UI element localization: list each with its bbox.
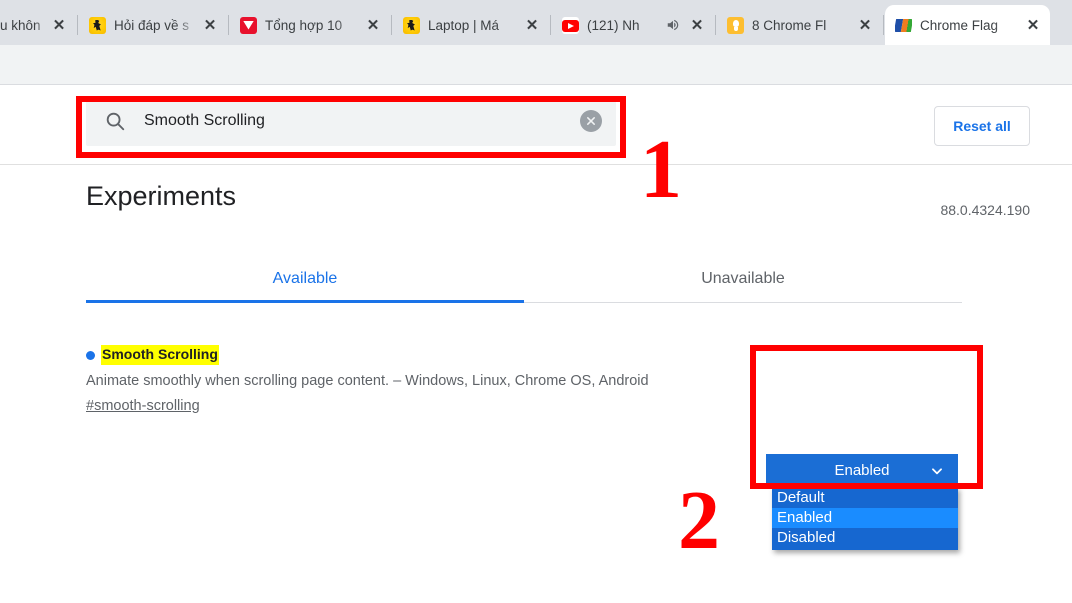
version-label: 88.0.4324.190 (940, 202, 1030, 218)
chevron-down-icon (930, 464, 944, 478)
tab-separator (715, 15, 716, 35)
lightbulb-icon (727, 16, 744, 34)
tab-strip: u khôn ✕ Hỏi đáp về s ✕ Tổng hợp 10 ✕ La… (0, 0, 1072, 45)
browser-tab[interactable]: Tổng hợp 10 ✕ (230, 5, 390, 45)
tab-unavailable[interactable]: Unavailable (524, 256, 962, 302)
runner-yellow-icon (403, 16, 420, 34)
browser-tab[interactable]: u khôn ✕ (0, 5, 76, 45)
tab-close-icon[interactable]: ✕ (854, 14, 876, 36)
tab-separator (391, 15, 392, 35)
select-options-list[interactable]: Default Enabled Disabled (772, 487, 958, 550)
youtube-icon (562, 16, 579, 34)
fpt-icon (895, 16, 912, 34)
tab-title: Hỏi đáp về s (114, 17, 190, 33)
browser-window: u khôn ✕ Hỏi đáp về s ✕ Tổng hợp 10 ✕ La… (0, 0, 1072, 603)
tab-close-icon[interactable]: ✕ (48, 14, 70, 36)
speaker-icon[interactable] (666, 18, 680, 32)
tab-separator (883, 15, 884, 35)
tab-close-icon[interactable]: ✕ (362, 14, 384, 36)
tab-title: (121) Nh (587, 17, 640, 33)
experiment-entry: Smooth Scrolling Animate smoothly when s… (86, 345, 986, 415)
modified-dot-icon (86, 350, 95, 360)
tab-separator (77, 15, 78, 35)
tab-title: u khôn (0, 17, 41, 33)
experiment-name-row: Smooth Scrolling (86, 345, 986, 365)
experiment-permalink[interactable]: #smooth-scrolling (86, 398, 200, 414)
tab-close-icon[interactable]: ✕ (521, 14, 543, 36)
flags-page: Smooth Scrolling Reset all Experiments 8… (0, 86, 1072, 603)
search-row: Smooth Scrolling Reset all (0, 86, 1072, 165)
clear-search-icon[interactable] (580, 110, 602, 132)
search-input[interactable]: Smooth Scrolling (86, 96, 616, 146)
browser-tab[interactable]: 8 Chrome Fl ✕ (717, 5, 882, 45)
select-option-disabled[interactable]: Disabled (772, 528, 958, 548)
browser-tab[interactable]: Laptop | Má ✕ (393, 5, 549, 45)
tab-title: 8 Chrome Fl (752, 17, 827, 33)
red-triangle-icon (240, 16, 257, 34)
browser-tab[interactable]: Hỏi đáp về s ✕ (79, 5, 227, 45)
select-option-enabled[interactable]: Enabled (772, 508, 958, 528)
select-option-default[interactable]: Default (772, 488, 958, 508)
tab-available[interactable]: Available (86, 256, 524, 303)
runner-yellow-icon (89, 16, 106, 34)
tab-close-icon[interactable]: ✕ (199, 14, 221, 36)
experiment-select[interactable]: Enabled Default Enabled Disabled (766, 454, 958, 550)
browser-tab-active[interactable]: Chrome Flag ✕ (885, 5, 1050, 45)
tab-title: Laptop | Má (428, 17, 500, 33)
experiment-name: Smooth Scrolling (101, 345, 219, 365)
tab-close-icon[interactable]: ✕ (1022, 14, 1044, 36)
tab-separator (550, 15, 551, 35)
select-closed-value[interactable]: Enabled (766, 454, 958, 487)
tab-title: Chrome Flag (920, 17, 999, 33)
search-input-value: Smooth Scrolling (144, 112, 265, 129)
browser-toolbar (0, 45, 1072, 85)
browser-tab[interactable]: (121) Nh ✕ (552, 5, 714, 45)
reset-all-button[interactable]: Reset all (934, 106, 1030, 146)
tab-title: Tổng hợp 10 (265, 17, 343, 33)
tab-close-icon[interactable]: ✕ (686, 14, 708, 36)
experiments-tablist: Available Unavailable (86, 256, 962, 303)
select-value-label: Enabled (834, 462, 890, 479)
search-icon (104, 110, 126, 132)
page-title: Experiments (86, 181, 237, 211)
tab-separator (228, 15, 229, 35)
experiment-description: Animate smoothly when scrolling page con… (86, 373, 649, 389)
